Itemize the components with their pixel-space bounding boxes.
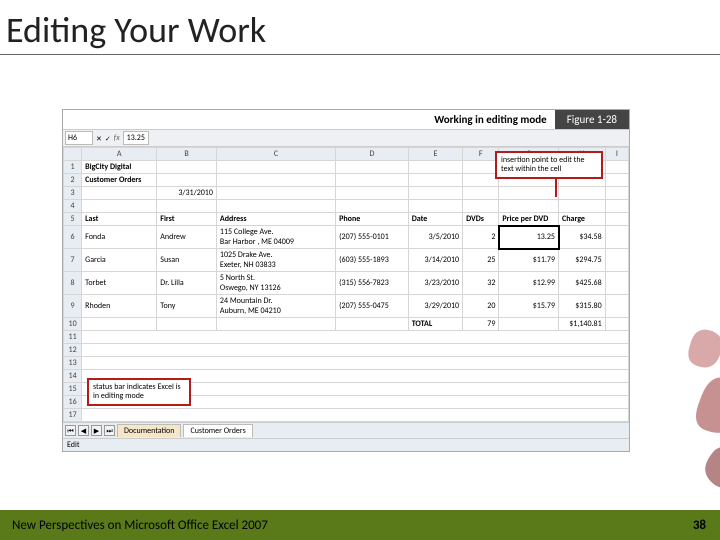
cell[interactable]: Fonda [82, 226, 157, 249]
row-header[interactable]: 6 [64, 226, 82, 249]
row-header[interactable]: 2 [64, 174, 82, 187]
cell[interactable]: Price per DVD [499, 213, 559, 226]
cell[interactable]: TOTAL [408, 318, 462, 331]
footer-text: New Perspectives on Microsoft Office Exc… [12, 518, 268, 533]
cell[interactable]: Phone [336, 213, 409, 226]
row-header[interactable]: 15 [64, 383, 82, 396]
cell[interactable]: (603) 555-1893 [336, 249, 409, 272]
cell[interactable]: 2 [463, 226, 499, 249]
cell[interactable]: $11.79 [499, 249, 559, 272]
formula-value[interactable]: 13.25 [123, 131, 149, 145]
cell[interactable]: Tony [157, 295, 217, 318]
excel-figure: Working in editing mode Figure 1-28 H6 ✕… [62, 109, 630, 452]
callout-status-bar: status bar indicates Excel is in editing… [87, 378, 191, 406]
row-header[interactable]: 9 [64, 295, 82, 318]
confirm-icon[interactable]: ✓ [105, 134, 111, 143]
cell[interactable]: 1025 Drake Ave.Exeter, NH 03833 [216, 249, 335, 272]
cell[interactable]: 3/23/2010 [408, 272, 462, 295]
cell[interactable]: Customer Orders [82, 174, 157, 187]
row-header[interactable]: 10 [64, 318, 82, 331]
cell[interactable]: (207) 555-0475 [336, 295, 409, 318]
worksheet[interactable]: insertion point to edit the text within … [63, 147, 629, 422]
active-cell[interactable]: 13.25 [499, 226, 559, 249]
col-header[interactable]: F [463, 148, 499, 161]
cell[interactable]: $34.58 [559, 226, 606, 249]
col-header[interactable]: D [336, 148, 409, 161]
slide-title: Editing Your Work [0, 0, 720, 55]
cell[interactable]: Date [408, 213, 462, 226]
cell[interactable]: 79 [463, 318, 499, 331]
cell[interactable]: 3/14/2010 [408, 249, 462, 272]
cell[interactable]: (207) 555-0101 [336, 226, 409, 249]
cell[interactable]: 5 North St.Oswego, NY 13126 [216, 272, 335, 295]
cell[interactable]: $315.80 [559, 295, 606, 318]
cell[interactable]: $12.99 [499, 272, 559, 295]
row-header[interactable]: 14 [64, 370, 82, 383]
select-all[interactable] [64, 148, 82, 161]
cell[interactable]: (315) 556-7823 [336, 272, 409, 295]
cell[interactable]: 25 [463, 249, 499, 272]
row-header[interactable]: 12 [64, 344, 82, 357]
cell[interactable]: 3/31/2010 [157, 187, 217, 200]
row-header[interactable]: 5 [64, 213, 82, 226]
cell[interactable]: Andrew [157, 226, 217, 249]
cell[interactable]: 24 Mountain Dr.Auburn, ME 04210 [216, 295, 335, 318]
cell[interactable]: $1,140.81 [559, 318, 606, 331]
figure-header: Working in editing mode Figure 1-28 [63, 110, 629, 129]
cell[interactable]: Garcia [82, 249, 157, 272]
cell[interactable]: 115 College Ave.Bar Harbor , ME 04009 [216, 226, 335, 249]
cell[interactable]: $425.68 [559, 272, 606, 295]
cell[interactable]: Susan [157, 249, 217, 272]
cell[interactable]: $15.79 [499, 295, 559, 318]
col-header[interactable]: I [605, 148, 628, 161]
col-header[interactable]: B [157, 148, 217, 161]
cell[interactable]: Last [82, 213, 157, 226]
col-header[interactable]: C [216, 148, 335, 161]
sheet-tabs: ⏮ ◀ ▶ ⏭ Documentation Customer Orders [63, 422, 629, 438]
row-header[interactable]: 4 [64, 200, 82, 213]
cell[interactable]: Torbet [82, 272, 157, 295]
row-header[interactable]: 3 [64, 187, 82, 200]
col-header[interactable]: E [408, 148, 462, 161]
fx-icon[interactable]: fx [114, 133, 120, 143]
formula-bar: H6 ✕ ✓ fx 13.25 [63, 129, 629, 147]
status-mode: Edit [67, 440, 80, 450]
col-header[interactable]: A [82, 148, 157, 161]
sheet-tab-customer-orders[interactable]: Customer Orders [183, 424, 252, 437]
row-header[interactable]: 16 [64, 396, 82, 409]
cell[interactable]: 20 [463, 295, 499, 318]
figure-label: Figure 1-28 [555, 110, 629, 129]
cell[interactable]: $294.75 [559, 249, 606, 272]
row-header[interactable]: 13 [64, 357, 82, 370]
cell[interactable]: 3/5/2010 [408, 226, 462, 249]
tab-nav-prev-icon[interactable]: ◀ [78, 425, 89, 436]
page-number: 38 [693, 518, 706, 533]
cancel-icon[interactable]: ✕ [96, 134, 102, 143]
cell[interactable]: Charge [559, 213, 606, 226]
cell[interactable]: 32 [463, 272, 499, 295]
cell[interactable]: DVDs [463, 213, 499, 226]
sheet-tab-documentation[interactable]: Documentation [117, 424, 181, 437]
row-header[interactable]: 8 [64, 272, 82, 295]
cell[interactable]: Dr. Lilla [157, 272, 217, 295]
cell[interactable]: First [157, 213, 217, 226]
row-header[interactable]: 7 [64, 249, 82, 272]
row-header[interactable]: 1 [64, 161, 82, 174]
row-header[interactable]: 17 [64, 409, 82, 422]
callout-arrow-icon [555, 179, 557, 197]
cell[interactable]: Rhoden [82, 295, 157, 318]
status-bar: Edit [63, 438, 629, 451]
row-header[interactable]: 11 [64, 331, 82, 344]
tab-nav-next-icon[interactable]: ▶ [91, 425, 102, 436]
slide-footer: New Perspectives on Microsoft Office Exc… [0, 510, 720, 540]
cell[interactable]: 3/29/2010 [408, 295, 462, 318]
tab-nav-first-icon[interactable]: ⏮ [65, 425, 76, 436]
tab-nav-last-icon[interactable]: ⏭ [104, 425, 115, 436]
name-box[interactable]: H6 [65, 131, 93, 145]
callout-insertion-point: insertion point to edit the text within … [495, 151, 603, 179]
cell[interactable]: BigCity Digital [82, 161, 157, 174]
cell[interactable]: Address [216, 213, 335, 226]
figure-caption: Working in editing mode [426, 110, 555, 129]
